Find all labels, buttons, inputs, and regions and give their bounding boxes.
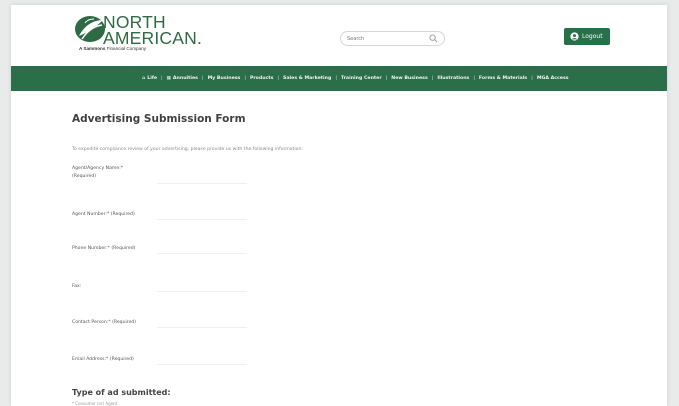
nav-separator: | xyxy=(277,76,280,81)
phone-number-field[interactable] xyxy=(157,239,247,254)
contact-person-label: Contact Person:* (Required) xyxy=(72,320,137,325)
leaf-logo-icon xyxy=(75,16,105,42)
north-american-logo[interactable]: NORTH AMERICAN. A Sammons Financial Comp… xyxy=(73,13,223,51)
contact-person-field[interactable] xyxy=(157,313,247,328)
nav-separator: | xyxy=(335,76,337,81)
email-address-field[interactable] xyxy=(157,350,247,365)
nav-item-mga-access[interactable]: MGA Access xyxy=(537,76,569,81)
nav-separator: | xyxy=(201,76,204,81)
phone-number-label: Phone Number:* (Required) xyxy=(72,246,136,251)
nav-item-life[interactable]: ⌂ Life xyxy=(142,76,157,81)
agent-number-label: Agent Number:* (Required) xyxy=(72,212,135,217)
nav-item-annuities[interactable]: ▦ Annuities xyxy=(167,76,198,81)
label-text: Agent/Agency Name:* xyxy=(72,166,124,171)
nav-item-training-center[interactable]: Training Center xyxy=(341,76,382,81)
search-box[interactable] xyxy=(340,31,445,46)
nav-separator: | xyxy=(161,76,163,81)
home-icon: ⌂ xyxy=(142,76,146,81)
email-address-label: Email Address:* (Required) xyxy=(72,357,134,362)
agent-name-field[interactable] xyxy=(157,169,247,184)
nav-separator: | xyxy=(385,76,388,81)
search-input[interactable] xyxy=(347,33,427,44)
brand-tagline-rest: Financial Company xyxy=(106,46,146,51)
nav-separator: | xyxy=(531,76,533,81)
fax-label: Fax: xyxy=(72,284,82,289)
logout-button[interactable]: Logout xyxy=(564,28,610,45)
ad-type-note: * Consumer (or) Agent xyxy=(72,401,118,406)
grid-icon: ▦ xyxy=(166,76,171,81)
nav-separator: | xyxy=(473,76,475,81)
nav-item-products[interactable]: Products xyxy=(250,76,273,81)
agent-name-label: Agent/Agency Name:* (Required) xyxy=(72,165,162,181)
label-required: (Required) xyxy=(72,174,97,179)
ad-type-heading: Type of ad submitted: xyxy=(72,388,171,397)
user-icon xyxy=(570,32,579,41)
brand-tagline: A Sammons Financial Company xyxy=(79,46,146,51)
fax-field[interactable] xyxy=(157,277,247,292)
form-intro-text: To expedite compliance review of your ad… xyxy=(72,147,303,152)
brand-tagline-company: A Sammons xyxy=(79,46,106,51)
main-nav: ⌂ Life | ▦ Annuities | My Business | Pro… xyxy=(11,66,667,91)
search-icon[interactable] xyxy=(429,34,438,43)
nav-item-label: Annuities xyxy=(172,76,198,81)
nav-separator: | xyxy=(431,76,434,81)
nav-items: ⌂ Life | ▦ Annuities | My Business | Pro… xyxy=(142,66,569,91)
nav-item-forms-materials[interactable]: Forms & Materials xyxy=(479,76,527,81)
agent-number-field[interactable] xyxy=(157,205,247,220)
nav-item-new-business[interactable]: New Business xyxy=(391,76,427,81)
page-title: Advertising Submission Form xyxy=(72,113,246,125)
brand-name-line2: AMERICAN. xyxy=(103,28,203,48)
nav-separator: | xyxy=(244,76,246,81)
nav-item-sales-marketing[interactable]: Sales & Marketing xyxy=(283,76,331,81)
nav-item-my-business[interactable]: My Business xyxy=(208,76,241,81)
nav-item-illustrations[interactable]: Illustrations xyxy=(437,76,469,81)
page-card: NORTH AMERICAN. A Sammons Financial Comp… xyxy=(11,5,667,406)
logout-label: Logout xyxy=(582,33,603,40)
nav-item-label: Life xyxy=(147,76,158,81)
brand-name: NORTH AMERICAN. xyxy=(103,13,203,48)
